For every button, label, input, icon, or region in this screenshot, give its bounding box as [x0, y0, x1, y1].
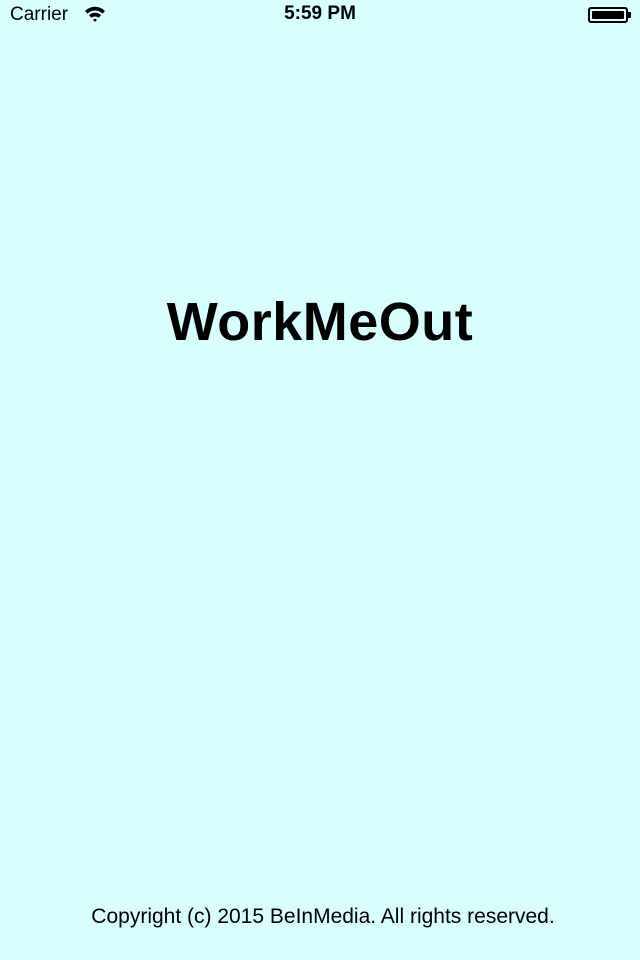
app-title: WorkMeOut [166, 292, 474, 352]
status-time: 5:59 PM [284, 3, 356, 24]
copyright-text: Copyright (c) 2015 BeInMedia. All rights… [91, 905, 555, 928]
battery-fill [592, 11, 624, 19]
battery-icon [588, 7, 632, 23]
status-bar: Carrier 5:59 PM [0, 0, 640, 30]
